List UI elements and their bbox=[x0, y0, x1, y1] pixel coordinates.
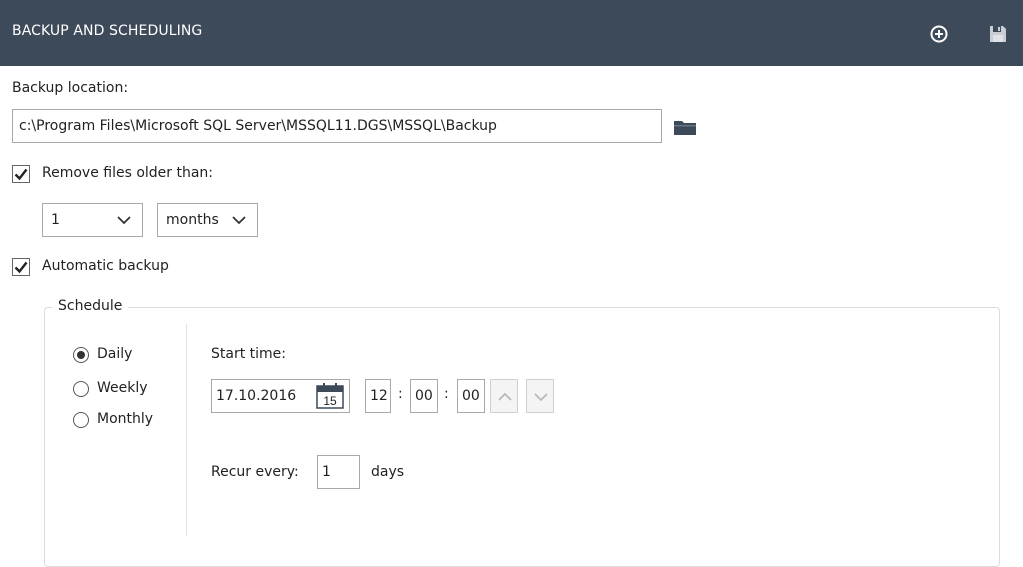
time-decrement-button[interactable] bbox=[526, 379, 554, 413]
backup-location-label: Backup location: bbox=[12, 80, 129, 96]
calendar-day: 15 bbox=[323, 394, 337, 408]
recur-unit-label: days bbox=[371, 464, 405, 480]
schedule-divider bbox=[186, 324, 187, 536]
automatic-backup-checkbox[interactable] bbox=[12, 258, 30, 276]
schedule-legend: Schedule bbox=[52, 298, 129, 314]
start-time-label: Start time: bbox=[211, 346, 286, 362]
automatic-backup-label: Automatic backup bbox=[42, 258, 169, 274]
hour-value: 12 bbox=[370, 388, 388, 404]
remove-files-amount-select[interactable]: 1 bbox=[42, 203, 143, 237]
recur-value: 1 bbox=[322, 464, 331, 480]
plus-circle-icon[interactable] bbox=[929, 24, 949, 44]
time-separator: : bbox=[444, 386, 449, 402]
minute-input[interactable]: 00 bbox=[410, 379, 438, 413]
recur-input[interactable]: 1 bbox=[317, 455, 360, 489]
chevron-up-icon bbox=[498, 392, 512, 401]
remove-files-amount-value: 1 bbox=[51, 212, 60, 228]
calendar-icon[interactable]: 15 bbox=[316, 383, 344, 409]
radio-daily-label: Daily bbox=[97, 346, 133, 362]
backup-location-input[interactable]: c:\Program Files\Microsoft SQL Server\MS… bbox=[12, 109, 662, 143]
start-date-value: 17.10.2016 bbox=[216, 388, 297, 404]
chevron-down-icon bbox=[117, 216, 131, 225]
recur-label: Recur every: bbox=[211, 464, 299, 480]
radio-weekly-label: Weekly bbox=[97, 380, 148, 396]
second-value: 00 bbox=[462, 388, 480, 404]
folder-icon[interactable] bbox=[673, 118, 697, 136]
section-header: BACKUP AND SCHEDULING bbox=[0, 0, 1023, 66]
radio-monthly-label: Monthly bbox=[97, 411, 154, 427]
schedule-group bbox=[44, 307, 1000, 567]
hour-input[interactable]: 12 bbox=[365, 379, 391, 413]
radio-monthly[interactable] bbox=[73, 412, 89, 428]
remove-files-unit-value: months bbox=[166, 212, 219, 228]
remove-files-unit-select[interactable]: months bbox=[157, 203, 258, 237]
time-separator: : bbox=[398, 386, 403, 402]
radio-daily[interactable] bbox=[73, 347, 89, 363]
remove-files-label: Remove files older than: bbox=[42, 165, 214, 181]
section-title: BACKUP AND SCHEDULING bbox=[12, 23, 203, 39]
radio-weekly[interactable] bbox=[73, 381, 89, 397]
minute-value: 00 bbox=[415, 388, 433, 404]
floppy-disk-icon[interactable] bbox=[988, 24, 1008, 44]
time-increment-button[interactable] bbox=[490, 379, 518, 413]
remove-files-checkbox[interactable] bbox=[12, 165, 30, 183]
chevron-down-icon bbox=[232, 216, 246, 225]
chevron-down-icon bbox=[534, 393, 548, 402]
second-input[interactable]: 00 bbox=[457, 379, 485, 413]
